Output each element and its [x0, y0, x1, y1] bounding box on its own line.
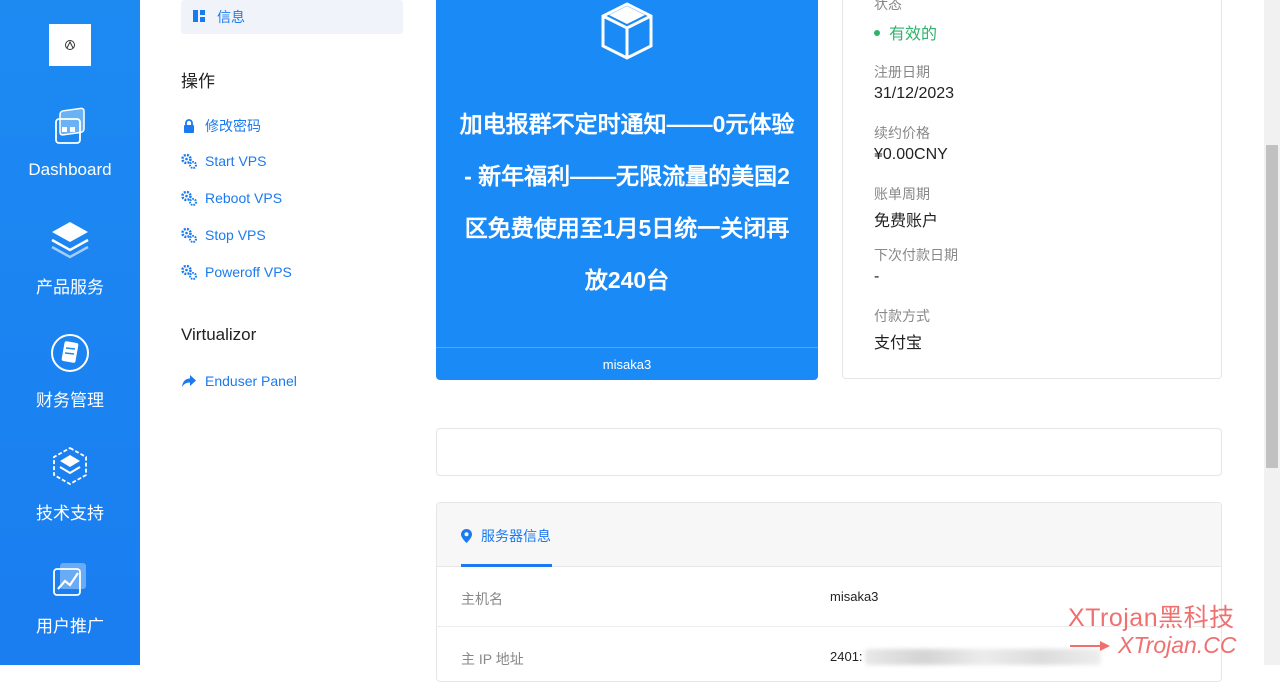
payment-method-label: 付款方式	[874, 308, 930, 324]
page-scrollbar[interactable]	[1264, 0, 1280, 665]
virtualizor-title: Virtualizor	[181, 325, 257, 344]
ip-key: 主 IP 地址	[461, 651, 524, 667]
action-start-vps[interactable]: Start VPS	[181, 153, 266, 169]
action-poweroff-vps[interactable]: Poweroff VPS	[181, 264, 292, 280]
sidebar: Dashboard 产品服务 财务管理 技术支持 用户推广	[0, 0, 140, 665]
tab-info-label: 信息	[217, 9, 245, 25]
announcement-text: 加电报群不定时通知——0元体验 - 新年福利——无限流量的美国2区免费使用至1月…	[459, 111, 795, 293]
dashboard-icon	[55, 107, 85, 144]
ip-value: 2401:	[830, 649, 863, 664]
support-icon	[53, 446, 87, 486]
finance-icon	[51, 334, 89, 372]
reg-date-value: 31/12/2023	[874, 85, 955, 102]
watermark-line2: XTrojan.CC	[1118, 632, 1237, 658]
next-due-value: -	[874, 268, 880, 285]
next-due-label: 下次付款日期	[874, 247, 958, 263]
info-grid-icon	[193, 10, 205, 22]
table-row: 主 IP 地址 2401:	[437, 627, 1221, 681]
server-info-header: 服务器信息	[437, 503, 1221, 567]
status-label: 状态	[874, 0, 902, 12]
nav-dashboard[interactable]: Dashboard	[0, 105, 140, 180]
enduser-panel-link[interactable]: Enduser Panel	[181, 373, 297, 389]
products-icon	[51, 222, 89, 259]
nav-dashboard-label: Dashboard	[28, 160, 112, 179]
tab-server-info-label: 服务器信息	[481, 528, 551, 544]
action-poweroff-vps-label: Poweroff VPS	[205, 264, 292, 280]
tab-info[interactable]: 信息	[181, 0, 403, 34]
action-change-password[interactable]: 修改密码	[181, 116, 261, 136]
watermark-line1: XTrojan黑科技	[1068, 604, 1235, 632]
payment-method-value: 支付宝	[874, 335, 923, 352]
brand-logo[interactable]	[49, 24, 91, 66]
reg-date-label: 注册日期	[874, 64, 930, 80]
gears-icon	[181, 190, 197, 206]
cube-icon	[601, 2, 653, 60]
nav-affiliate-label: 用户推广	[36, 617, 104, 636]
nav-products[interactable]: 产品服务	[0, 218, 140, 298]
hostname-key: 主机名	[461, 591, 503, 607]
nav-support-label: 技术支持	[36, 504, 104, 523]
nav-finance[interactable]: 财务管理	[0, 331, 140, 411]
renew-price-value: ¥0.00CNY	[874, 146, 948, 163]
nav-affiliate[interactable]: 用户推广	[0, 557, 140, 637]
empty-panel	[436, 428, 1222, 476]
renew-price-label: 续约价格	[874, 125, 930, 141]
status-dot-icon	[874, 29, 880, 36]
nav-products-label: 产品服务	[36, 278, 104, 297]
action-stop-vps-label: Stop VPS	[205, 227, 266, 243]
billing-cycle-value: 免费账户	[874, 213, 939, 230]
nav-finance-label: 财务管理	[36, 391, 104, 410]
banner-hostname: misaka3	[436, 347, 818, 381]
announcement-banner: 加电报群不定时通知——0元体验 - 新年福利——无限流量的美国2区免费使用至1月…	[436, 0, 818, 380]
action-stop-vps[interactable]: Stop VPS	[181, 227, 266, 243]
actions-title: 操作	[181, 72, 215, 91]
enduser-panel-label: Enduser Panel	[205, 373, 297, 389]
scrollbar-thumb[interactable]	[1266, 145, 1278, 468]
nav-support[interactable]: 技术支持	[0, 444, 140, 524]
watermark-arrow-icon	[1070, 641, 1110, 651]
logo-mark-icon	[65, 40, 75, 50]
share-arrow-icon	[182, 375, 196, 387]
status-value: 有效的	[889, 26, 938, 43]
gears-icon	[181, 153, 197, 169]
server-info-card: 服务器信息 主机名 misaka3 主 IP 地址 2401:	[436, 502, 1222, 682]
gears-icon	[181, 227, 197, 243]
tab-server-info[interactable]: 服务器信息	[461, 526, 551, 546]
action-start-vps-label: Start VPS	[205, 153, 267, 169]
hostname-value: misaka3	[830, 589, 879, 604]
status-badge: 有效的	[874, 20, 937, 44]
redacted-ip-blur	[865, 649, 1101, 665]
lock-icon	[184, 119, 194, 133]
affiliate-icon	[53, 563, 86, 596]
action-reboot-vps[interactable]: Reboot VPS	[181, 190, 282, 206]
map-pin-icon	[461, 529, 472, 543]
gears-icon	[181, 264, 197, 280]
action-change-password-label: 修改密码	[205, 118, 261, 134]
billing-cycle-label: 账单周期	[874, 186, 930, 202]
action-reboot-vps-label: Reboot VPS	[205, 190, 283, 206]
